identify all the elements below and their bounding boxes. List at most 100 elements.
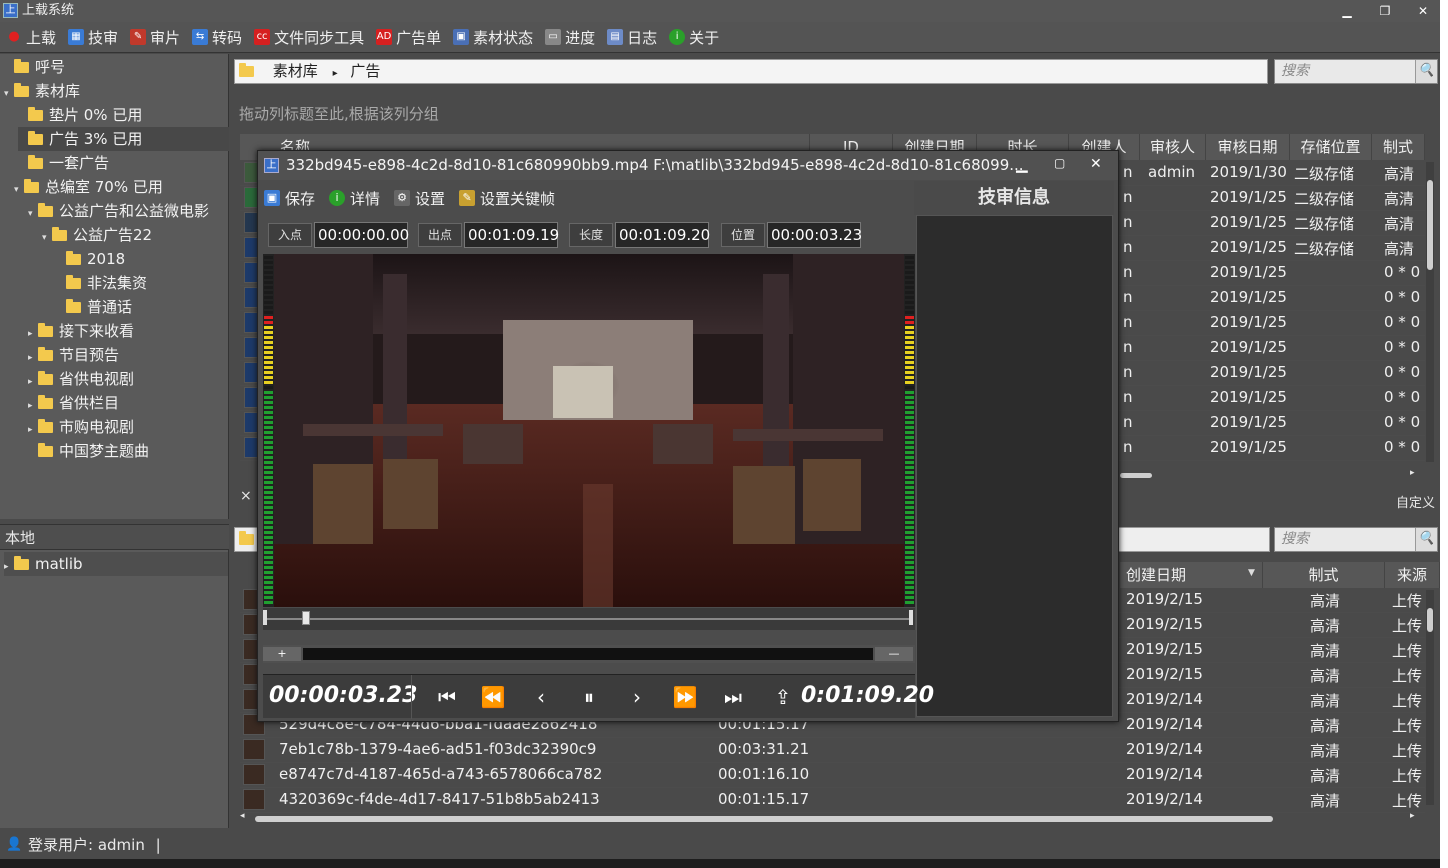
column-header[interactable]: 审核人 — [1140, 134, 1206, 160]
meter-segment — [905, 336, 914, 339]
zoom-in-button[interactable]: + — [263, 647, 301, 661]
breadcrumb-root[interactable]: 素材库 — [273, 62, 318, 80]
meter-segment — [264, 481, 273, 484]
tree-node[interactable]: ▾ 总编室 70% 已用 — [14, 175, 229, 199]
cell-format: 高清 — [1310, 667, 1341, 685]
cell-creator: n — [1123, 438, 1133, 456]
search-placeholder: 搜索 — [1281, 63, 1309, 79]
zoom-bar[interactable]: + — — [263, 645, 915, 663]
column-header[interactable]: 制式 — [1263, 562, 1385, 588]
search-icon[interactable]: 🔍 — [1415, 60, 1437, 83]
expand-arrow-icon[interactable]: ▾ — [4, 82, 14, 106]
tree-node[interactable]: ▸ 接下来收看 — [28, 319, 229, 343]
tree-node[interactable]: ▸ 省供电视剧 — [28, 367, 229, 391]
close-icon[interactable]: ✕ — [1090, 156, 1102, 172]
tree-node[interactable]: 2018 — [56, 247, 229, 271]
expand-arrow-icon[interactable]: ▾ — [14, 178, 24, 202]
column-header[interactable]: 来源 — [1385, 562, 1440, 588]
go-to-start-icon[interactable]: ⏮ — [429, 681, 465, 713]
meter-segment — [905, 431, 914, 434]
horizontal-scrollbar[interactable] — [1120, 473, 1152, 478]
scroll-left-icon[interactable]: ◂ — [240, 811, 245, 821]
out-point-button[interactable]: 出点 — [418, 223, 462, 247]
in-point-button[interactable]: 入点 — [268, 223, 312, 247]
scroll-right-icon[interactable]: ▸ — [1410, 468, 1415, 478]
column-header[interactable]: 创建日期 — [1120, 562, 1263, 588]
horizontal-scrollbar[interactable] — [255, 816, 1273, 822]
search-input-local[interactable]: 搜索 🔍 — [1274, 527, 1438, 552]
player-toolbar: ▣ 保存 i 详情 ⚙ 设置 ✎ 设置关键帧 — [264, 184, 569, 212]
player-tool-button-3[interactable]: ✎ 设置关键帧 — [459, 188, 555, 209]
length-button[interactable]: 长度 — [569, 223, 613, 247]
toolbar-button-5[interactable]: AD 广告单 — [376, 27, 441, 48]
restore-icon[interactable]: ❐ — [1370, 0, 1400, 22]
vertical-scrollbar[interactable] — [1426, 162, 1434, 462]
player-tool-button-0[interactable]: ▣ 保存 — [264, 188, 315, 209]
tree-node[interactable]: ▾ 公益广告和公益微电影 — [28, 199, 229, 223]
tree-node[interactable]: ▸ 市购电视剧 — [28, 415, 229, 439]
toolbar-button-8[interactable]: ▤ 日志 — [607, 27, 657, 48]
sort-arrow-icon[interactable]: ▼ — [1248, 568, 1255, 578]
toolbar-button-4[interactable]: cc 文件同步工具 — [254, 27, 364, 48]
tree-node[interactable]: 普通话 — [56, 295, 229, 319]
fast-forward-icon[interactable]: ⏩ — [667, 681, 703, 713]
player-title: 上 332bd945-e898-4c2d-8d10-81c680990bb9.m… — [258, 151, 1118, 180]
toolbar-button-9[interactable]: i 关于 — [669, 27, 719, 48]
tree-node[interactable]: ▾ 公益广告22 — [42, 223, 229, 247]
meter-segment — [264, 521, 273, 524]
filter-close-button[interactable]: × — [240, 488, 252, 504]
step-forward-icon[interactable]: › — [619, 681, 655, 713]
search-icon[interactable]: 🔍 — [1415, 528, 1437, 551]
fast-rewind-icon[interactable]: ⏪ — [475, 681, 511, 713]
tree-node[interactable]: ▾ 素材库 — [4, 79, 229, 103]
close-icon[interactable]: ✕ — [1408, 0, 1438, 22]
column-header[interactable]: 审核日期 — [1206, 134, 1290, 160]
tree-node[interactable]: 中国梦主题曲 — [28, 439, 229, 463]
expand-arrow-icon[interactable]: ▾ — [28, 202, 38, 226]
zoom-out-button[interactable]: — — [875, 647, 913, 661]
player-tool-button-1[interactable]: i 详情 — [329, 188, 380, 209]
timeline-slider[interactable] — [263, 608, 915, 630]
tree-node[interactable]: 广告 3% 已用 — [18, 127, 229, 151]
tree-node[interactable]: 呼号 — [4, 55, 229, 79]
meter-segment — [905, 471, 914, 474]
toolbar-button-2[interactable]: ✎ 审片 — [130, 27, 180, 48]
vertical-scrollbar[interactable] — [1426, 590, 1434, 805]
cell-date: 2019/1/30 — [1210, 163, 1287, 181]
cell-format: 0 * 0 — [1384, 338, 1421, 356]
breadcrumb-current[interactable]: 广告 — [350, 62, 380, 80]
tree-node[interactable]: ▸ 节目预告 — [28, 343, 229, 367]
step-back-icon[interactable]: ‹ — [523, 681, 559, 713]
video-frame[interactable] — [263, 254, 915, 607]
toolbar-button-6[interactable]: ▣ 素材状态 — [453, 27, 533, 48]
toolbar-button-1[interactable]: ▦ 技审 — [68, 27, 118, 48]
tree-node[interactable]: 垫片 0% 已用 — [18, 103, 229, 127]
customize-button[interactable]: 自定义 — [1396, 492, 1435, 511]
playhead[interactable] — [301, 611, 310, 625]
pause-icon[interactable]: ⏸ — [571, 681, 607, 713]
toolbar-button-7[interactable]: ▭ 进度 — [545, 27, 595, 48]
cell-format: 高清 — [1310, 642, 1341, 660]
toolbar-button-0[interactable]: ● 上载 — [6, 27, 56, 48]
go-to-end-icon[interactable]: ⏭ — [715, 681, 751, 713]
tree-node[interactable]: ▸ 省供栏目 — [28, 391, 229, 415]
minimize-icon[interactable]: ▁ — [1016, 155, 1028, 173]
maximize-icon[interactable]: ▢ — [1054, 156, 1065, 170]
local-item-matlib[interactable]: ▸ matlib — [4, 552, 228, 576]
minimize-icon[interactable]: ▁ — [1332, 0, 1362, 22]
expand-arrow-icon[interactable]: ▸ — [4, 555, 14, 579]
keyframe-icon: ✎ — [459, 190, 476, 206]
scroll-right-icon[interactable]: ▸ — [1410, 811, 1415, 821]
meter-segment — [905, 361, 914, 364]
column-header[interactable]: 存储位置 — [1290, 134, 1372, 160]
toolbar-button-3[interactable]: ⇆ 转码 — [192, 27, 242, 48]
tree-node[interactable]: 一套广告 — [18, 151, 229, 175]
column-header[interactable]: 制式 — [1372, 134, 1425, 160]
search-input[interactable]: 搜索 🔍 — [1274, 59, 1438, 84]
expand-arrow-icon[interactable]: ▾ — [42, 226, 52, 250]
position-button[interactable]: 位置 — [721, 223, 765, 247]
upload-icon[interactable]: ⇪ — [765, 681, 801, 713]
player-tool-button-2[interactable]: ⚙ 设置 — [394, 188, 445, 209]
status-bar: 👤 登录用户: admin | — [0, 831, 1448, 859]
tree-node[interactable]: 非法集资 — [56, 271, 229, 295]
